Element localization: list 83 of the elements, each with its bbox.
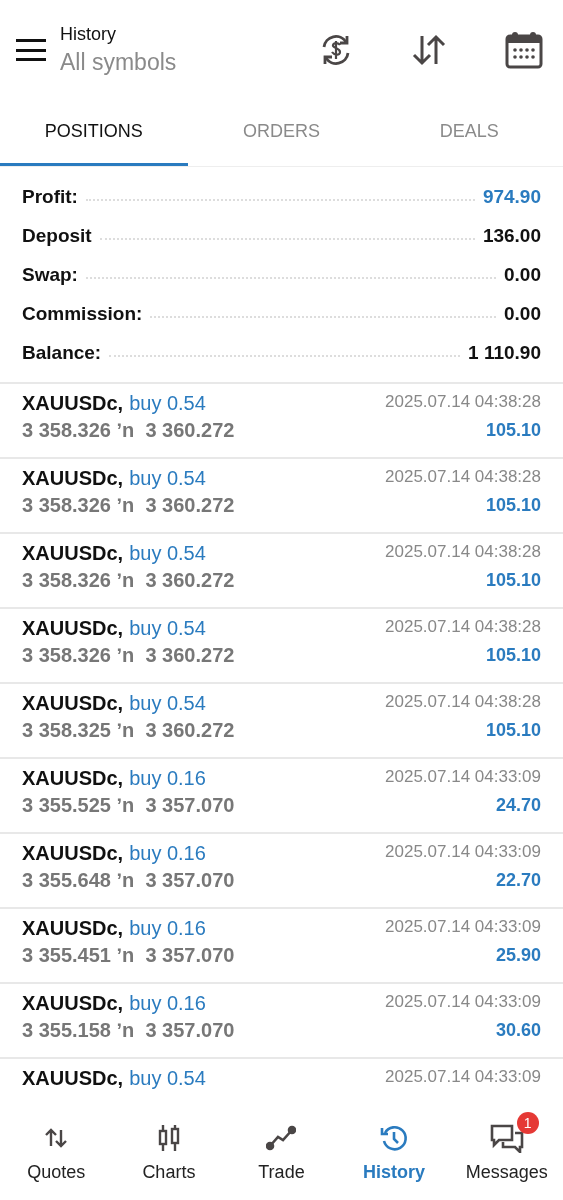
summary-label: Profit: — [22, 185, 78, 208]
trade-volume: buy 0.16 — [129, 917, 206, 940]
summary-label: Commission: — [22, 302, 143, 325]
timestamp: 2025.07.14 04:38:28 — [385, 467, 541, 487]
timestamp: 2025.07.14 04:33:09 — [385, 1067, 541, 1087]
profit-value: 105.10 — [485, 495, 541, 516]
trade-volume: buy 0.54 — [129, 392, 206, 415]
symbol-label: XAUUSDc, — [22, 692, 124, 715]
screen-title: History — [60, 24, 117, 45]
summary-value: 0.00 — [504, 263, 541, 286]
history-clock-icon — [379, 1123, 410, 1153]
position-row[interactable]: XAUUSDc, buy 0.54 3 358.326 ʼn 3 360.272 2025.07.14 04:38:28 105.10 — [0, 384, 563, 459]
symbol-label: XAUUSDc, — [22, 617, 124, 640]
calendar-icon[interactable] — [505, 31, 543, 69]
sort-icon[interactable] — [411, 34, 447, 66]
position-row[interactable]: XAUUSDc, buy 0.16 3 355.158 ʼn 3 357.070 2025.07.14 04:33:09 30.60 — [0, 984, 563, 1059]
position-row[interactable]: XAUUSDc, buy 0.54 3 358.325 ʼn 3 360.272 2025.07.14 04:38:28 105.10 — [0, 684, 563, 759]
nav-tab[interactable]: Quotes — [0, 1105, 113, 1200]
summary-value: 136.00 — [482, 224, 541, 247]
nav-tab[interactable]: Charts — [112, 1105, 226, 1200]
price-range: 3 358.325 ʼn 3 360.272 — [22, 719, 235, 742]
symbol-label: XAUUSDc, — [22, 467, 124, 490]
summary-value: 0.00 — [504, 302, 541, 325]
profit-value: 30.60 — [495, 1020, 541, 1041]
chat-bubbles-icon — [488, 1123, 525, 1153]
line-chart-icon — [266, 1125, 297, 1151]
tab[interactable]: DEALS — [375, 100, 563, 166]
timestamp: 2025.07.14 04:33:09 — [385, 917, 541, 937]
trade-volume: buy 0.54 — [129, 542, 206, 565]
symbol-label: XAUUSDc, — [22, 842, 124, 865]
timestamp: 2025.07.14 04:38:28 — [385, 692, 541, 712]
price-range: 3 358.326 ʼn 3 360.272 — [22, 569, 235, 592]
nav-tab[interactable]: 1 Messages — [450, 1105, 563, 1200]
price-range: 3 355.525 ʼn 3 357.070 — [22, 794, 235, 817]
price-range: 3 358.326 ʼn 3 360.272 — [22, 644, 235, 667]
summary-label: Deposit — [22, 224, 92, 247]
summary-value: 1 110.90 — [468, 341, 541, 364]
profit-value: 22.70 — [495, 870, 541, 891]
price-range: 3 355.451 ʼn 3 357.070 — [22, 944, 235, 967]
timestamp: 2025.07.14 04:33:09 — [385, 767, 541, 787]
position-row[interactable]: XAUUSDc, buy 0.54 3 358.326 ʼn 3 360.272 2025.07.14 04:38:28 105.10 — [0, 609, 563, 684]
summary-label: Swap: — [22, 263, 78, 286]
trade-volume: buy 0.54 — [129, 467, 206, 490]
profit-value: 105.10 — [485, 720, 541, 741]
trade-volume: buy 0.54 — [129, 1067, 206, 1090]
price-range: 3 355.648 ʼn 3 357.070 — [22, 869, 235, 892]
timestamp: 2025.07.14 04:38:28 — [385, 542, 541, 562]
position-row[interactable]: XAUUSDc, buy 0.16 3 355.451 ʼn 3 357.070 2025.07.14 04:33:09 25.90 — [0, 909, 563, 984]
notification-badge: 1 — [516, 1112, 539, 1134]
position-row[interactable]: XAUUSDc, buy 0.16 3 355.648 ʼn 3 357.070 2025.07.14 04:33:09 22.70 — [0, 834, 563, 909]
nav-tab[interactable]: History — [337, 1105, 451, 1200]
tab[interactable]: POSITIONS — [0, 100, 188, 166]
trade-volume: buy 0.16 — [129, 842, 206, 865]
profit-value: 24.70 — [495, 795, 541, 816]
symbol-label: XAUUSDc, — [22, 992, 124, 1015]
trade-volume: buy 0.16 — [129, 992, 206, 1015]
timestamp: 2025.07.14 04:33:09 — [385, 992, 541, 1012]
timestamp: 2025.07.14 04:38:28 — [385, 392, 541, 412]
profit-value: 25.90 — [495, 945, 541, 966]
summary-label: Balance: — [22, 341, 102, 364]
profit-value: 105.10 — [485, 570, 541, 591]
nav-tab[interactable]: Trade — [225, 1105, 338, 1200]
symbol-label: XAUUSDc, — [22, 917, 124, 940]
timestamp: 2025.07.14 04:38:28 — [385, 617, 541, 637]
trade-volume: buy 0.54 — [129, 692, 206, 715]
position-row[interactable]: XAUUSDc, buy 0.16 3 355.525 ʼn 3 357.070 2025.07.14 04:33:09 24.70 — [0, 759, 563, 834]
menu-button[interactable] — [16, 39, 46, 61]
price-range: 3 358.326 ʼn 3 360.272 — [22, 419, 235, 442]
profit-value: 105.10 — [485, 420, 541, 441]
profit-value: 105.10 — [485, 645, 541, 666]
symbol-label: XAUUSDc, — [22, 392, 124, 415]
symbol-filter: All symbols — [60, 49, 178, 76]
trade-volume: buy 0.16 — [129, 767, 206, 790]
symbol-label: XAUUSDc, — [22, 767, 124, 790]
position-row[interactable]: XAUUSDc, buy 0.54 3 358.326 ʼn 3 360.272 2025.07.14 04:38:28 105.10 — [0, 459, 563, 534]
price-range: 3 358.326 ʼn 3 360.272 — [22, 494, 235, 517]
summary-value: 974.90 — [482, 185, 541, 208]
trade-volume: buy 0.54 — [129, 617, 206, 640]
price-range: 3 355.158 ʼn 3 357.070 — [22, 1019, 235, 1042]
position-row[interactable]: XAUUSDc, buy 0.54 3 358.326 ʼn 3 360.272 2025.07.14 04:38:28 105.10 — [0, 534, 563, 609]
timestamp: 2025.07.14 04:33:09 — [385, 842, 541, 862]
symbol-label: XAUUSDc, — [22, 1067, 124, 1090]
symbol-label: XAUUSDc, — [22, 542, 124, 565]
